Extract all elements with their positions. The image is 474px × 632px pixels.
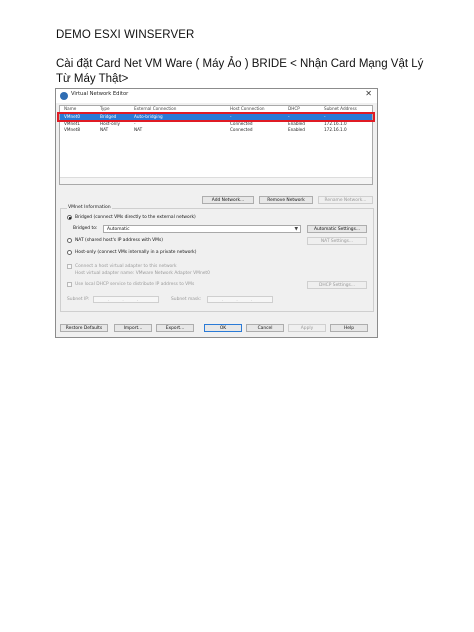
add-network-button[interactable]: Add Network... bbox=[202, 196, 254, 204]
close-icon[interactable]: ✕ bbox=[365, 89, 372, 98]
remove-network-button[interactable]: Remove Network bbox=[259, 196, 313, 204]
bridged-to-label: Bridged to: bbox=[73, 226, 98, 231]
host-only-label: Host-only (connect VMs internally in a p… bbox=[75, 250, 197, 255]
connect-adapter-checkbox[interactable] bbox=[67, 264, 72, 269]
bridged-to-value: Automatic bbox=[107, 227, 130, 232]
vmware-app-icon bbox=[60, 92, 68, 100]
rename-network-button[interactable]: Rename Network... bbox=[318, 196, 373, 204]
subnet-ip-label: Subnet IP: bbox=[67, 297, 90, 302]
host-only-radio[interactable] bbox=[67, 250, 72, 255]
horizontal-scrollbar[interactable] bbox=[60, 177, 372, 184]
table-cell: 172.16.1.0 bbox=[324, 127, 347, 132]
nat-label: NAT (shared host's IP address with VMs) bbox=[75, 238, 163, 243]
document-paragraph: Cài đặt Card Net VM Ware ( Máy Ảo ) BRID… bbox=[56, 58, 424, 85]
automatic-settings-button[interactable]: Automatic Settings... bbox=[307, 225, 367, 233]
table-cell: NAT bbox=[134, 127, 143, 132]
chevron-down-icon: ▼ bbox=[294, 227, 298, 232]
cancel-button[interactable]: Cancel bbox=[246, 324, 284, 332]
table-cell: VMnet8 bbox=[64, 127, 81, 132]
import-button[interactable]: Import... bbox=[114, 324, 152, 332]
bridged-radio[interactable] bbox=[67, 215, 72, 220]
use-dhcp-checkbox[interactable] bbox=[67, 282, 72, 287]
vmnet-information-group: VMnet Information Bridged (connect VMs d… bbox=[60, 205, 374, 312]
connect-adapter-label: Connect a host virtual adapter to this n… bbox=[75, 264, 177, 269]
bridged-to-select[interactable]: Automatic ▼ bbox=[103, 225, 301, 233]
window-title: Virtual Network Editor bbox=[71, 91, 129, 97]
bridged-label: Bridged (connect VMs directly to the ext… bbox=[75, 215, 196, 220]
virtual-network-editor-window: Virtual Network Editor ✕ Name Type Exter… bbox=[55, 88, 378, 338]
subnet-mask-label: Subnet mask: bbox=[171, 297, 202, 302]
selection-highlight-annotation bbox=[57, 112, 375, 122]
adapter-name-label: Host virtual adapter name: VMware Networ… bbox=[75, 271, 210, 276]
help-button[interactable]: Help bbox=[330, 324, 368, 332]
table-row[interactable]: VMnet8 NAT NAT Connected Enabled 172.16.… bbox=[60, 127, 372, 133]
network-table: Name Type External Connection Host Conne… bbox=[57, 105, 375, 185]
nat-settings-button[interactable]: NAT Settings... bbox=[307, 237, 367, 245]
document-heading: DEMO ESXI WINSERVER bbox=[56, 29, 195, 41]
use-dhcp-label: Use local DHCP service to distribute IP … bbox=[75, 282, 195, 287]
restore-defaults-button[interactable]: Restore Defaults bbox=[60, 324, 108, 332]
table-cell: NAT bbox=[100, 127, 109, 132]
window-titlebar: Virtual Network Editor ✕ bbox=[56, 89, 377, 103]
nat-radio[interactable] bbox=[67, 238, 72, 243]
table-cell: Connected bbox=[230, 127, 253, 132]
subnet-ip-field[interactable]: . . . bbox=[93, 296, 159, 303]
dhcp-settings-button[interactable]: DHCP Settings... bbox=[307, 281, 367, 289]
ok-button[interactable]: OK bbox=[204, 324, 242, 332]
table-cell: Enabled bbox=[288, 127, 305, 132]
subnet-mask-field[interactable]: . . . bbox=[207, 296, 273, 303]
apply-button[interactable]: Apply bbox=[288, 324, 326, 332]
group-label: VMnet Information bbox=[67, 205, 112, 210]
export-button[interactable]: Export... bbox=[156, 324, 194, 332]
